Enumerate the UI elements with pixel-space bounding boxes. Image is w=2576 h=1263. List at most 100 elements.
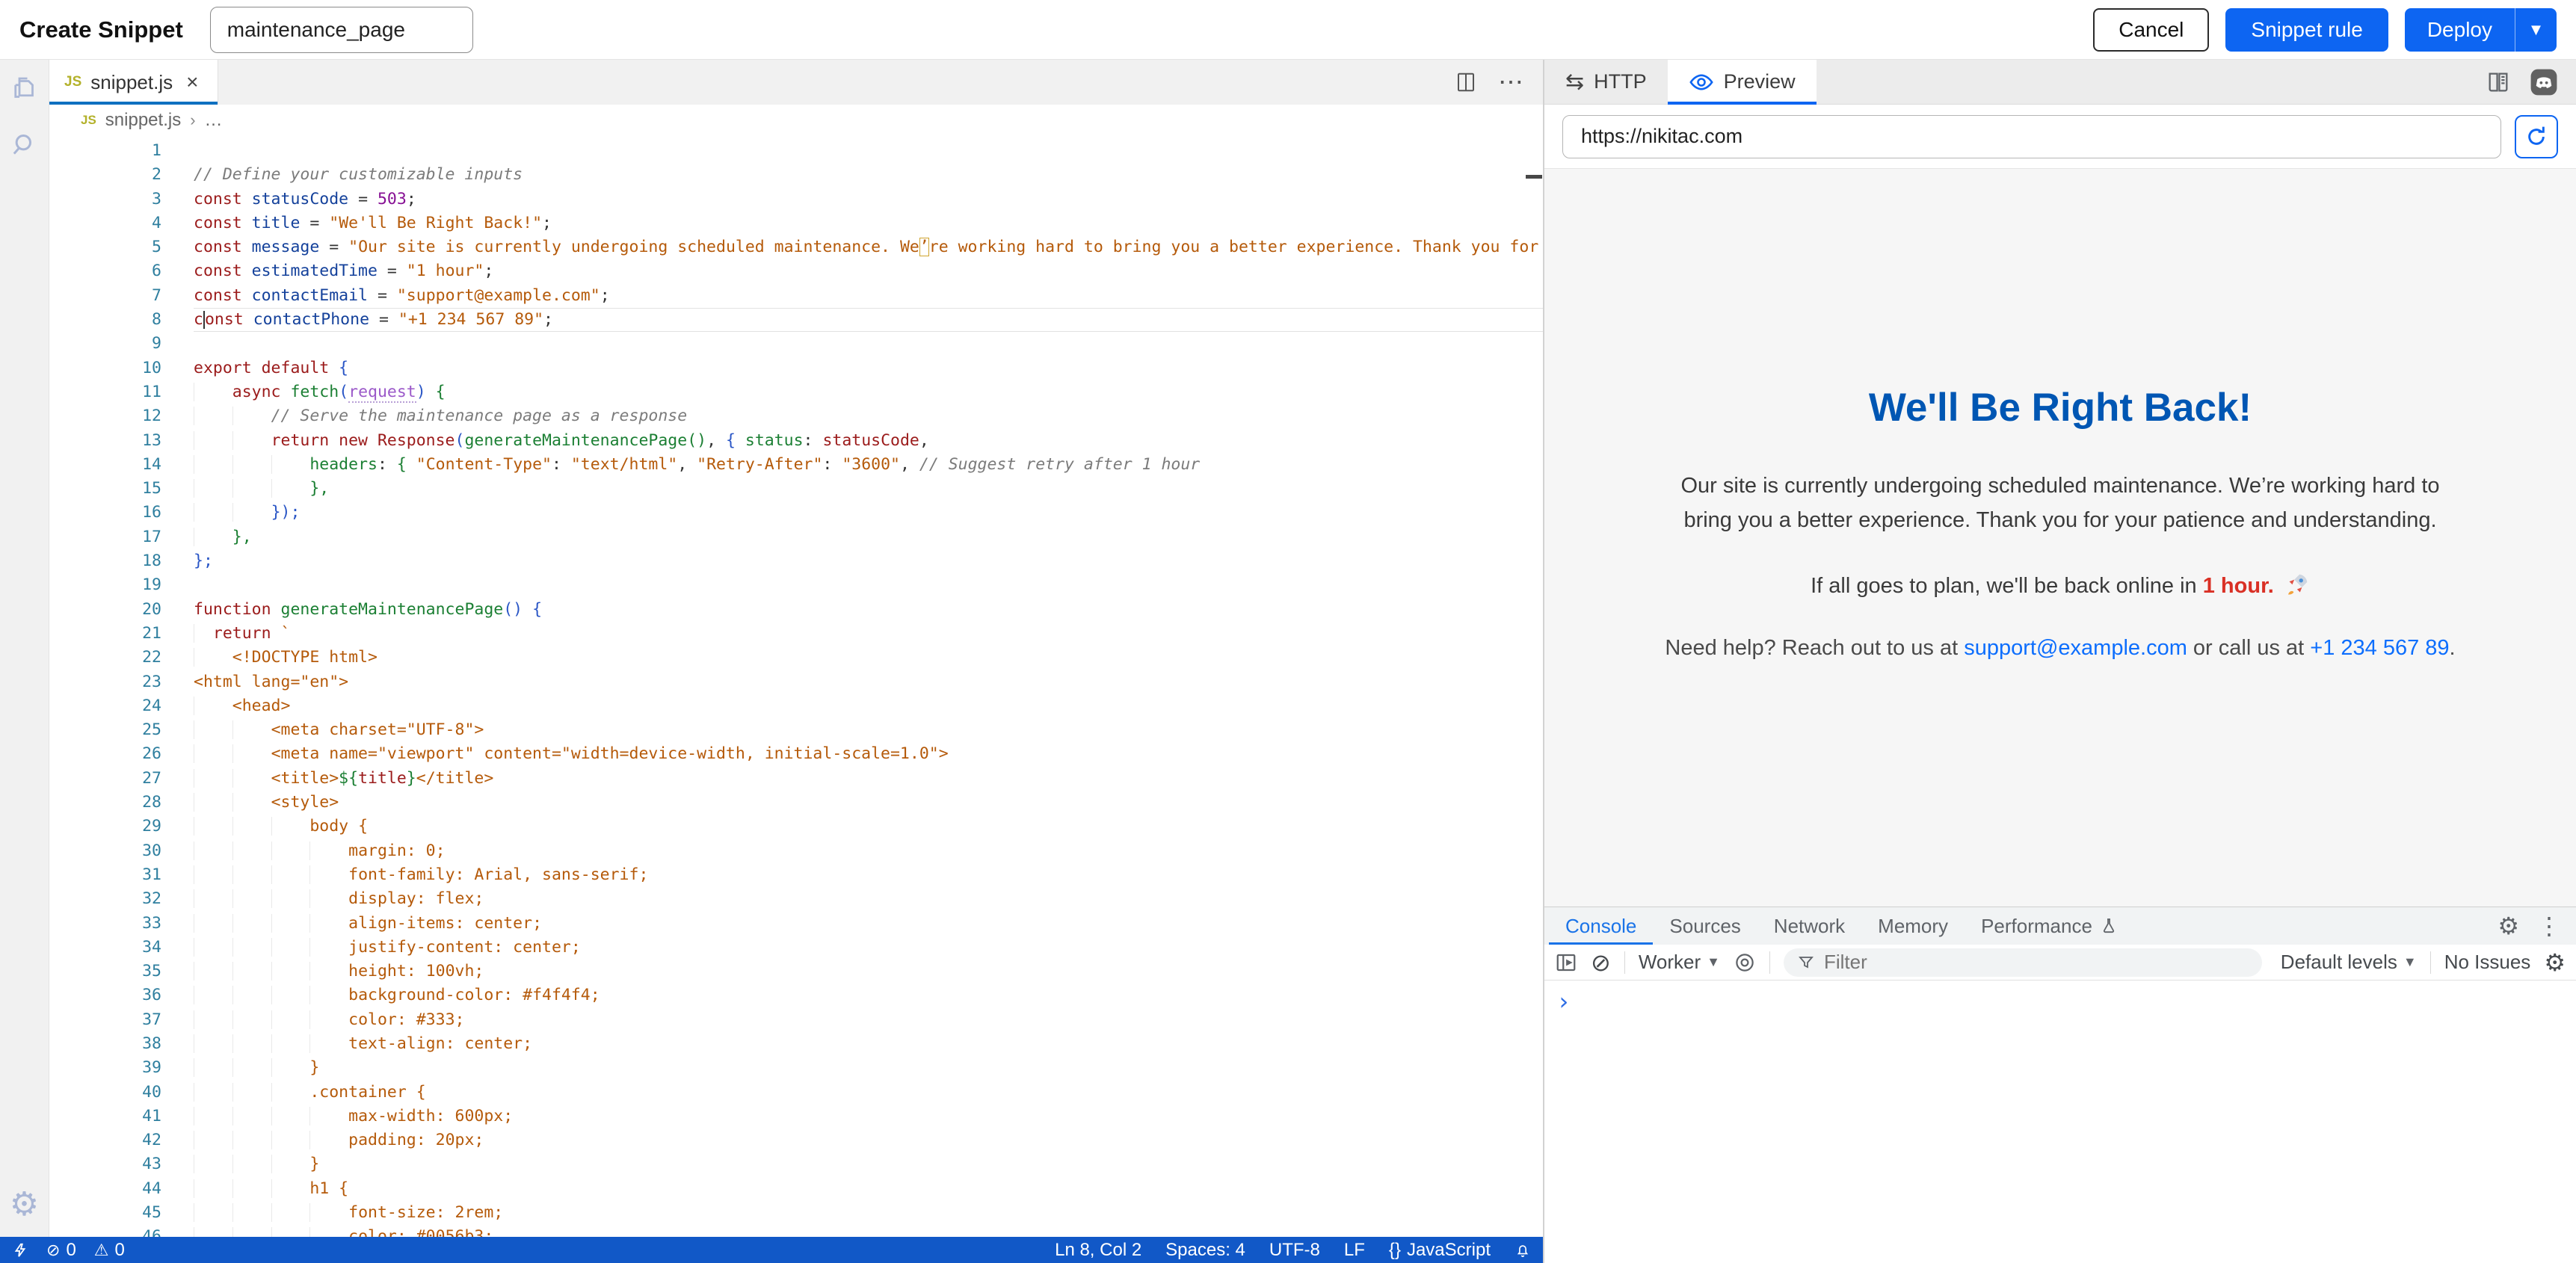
log-levels-selector[interactable]: Default levels▼	[2281, 951, 2417, 974]
code-line[interactable]: 10export default {	[49, 356, 1543, 380]
code-line[interactable]: 36 background-color: #f4f4f4;	[49, 983, 1543, 1007]
kebab-menu-icon[interactable]: ⋮	[2537, 914, 2561, 938]
code-line[interactable]: 24 <head>	[49, 694, 1543, 718]
console-prompt[interactable]: ›	[1556, 987, 1571, 1016]
code-line[interactable]: 33 align-items: center;	[49, 912, 1543, 936]
close-icon[interactable]: ×	[186, 72, 198, 93]
problems-errors[interactable]: ⊘ 0	[46, 1240, 76, 1261]
code-line[interactable]: 28 <style>	[49, 791, 1543, 815]
snippet-rule-button[interactable]: Snippet rule	[2225, 8, 2388, 52]
code-line[interactable]: 30 margin: 0;	[49, 839, 1543, 863]
indentation-setting[interactable]: Spaces: 4	[1165, 1240, 1245, 1261]
tab-sources[interactable]: Sources	[1653, 907, 1757, 945]
console-settings-gear-icon[interactable]: ⚙	[2544, 951, 2566, 975]
issues-counter[interactable]: No Issues	[2444, 951, 2531, 974]
code-line[interactable]: 5const message = "Our site is currently …	[49, 235, 1543, 259]
code-line[interactable]: 21 return `	[49, 622, 1543, 646]
code-line[interactable]: 12 // Serve the maintenance page as a re…	[49, 404, 1543, 428]
console-sidebar-toggle-icon[interactable]	[1555, 951, 1577, 974]
eol-setting[interactable]: LF	[1344, 1240, 1365, 1261]
tab-preview[interactable]: Preview	[1668, 60, 1817, 104]
code-line[interactable]: 25 <meta charset="UTF-8">	[49, 718, 1543, 742]
code-line[interactable]: 14 headers: { "Content-Type": "text/html…	[49, 453, 1543, 477]
code-line[interactable]: 34 justify-content: center;	[49, 936, 1543, 960]
code-editor[interactable]: 12// Define your customizable inputs3con…	[49, 136, 1543, 1237]
code-line[interactable]: 43 }	[49, 1152, 1543, 1176]
notifications-bell-icon[interactable]	[1515, 1242, 1531, 1259]
code-line[interactable]: 9	[49, 332, 1543, 356]
support-email-link[interactable]: support@example.com	[1964, 636, 2187, 660]
code-line[interactable]: 32 display: flex;	[49, 887, 1543, 911]
cancel-button[interactable]: Cancel	[2093, 8, 2209, 52]
devtools-settings-gear-icon[interactable]: ⚙	[2498, 914, 2519, 938]
tab-snippet-js[interactable]: JS snippet.js ×	[49, 60, 218, 105]
encoding-setting[interactable]: UTF-8	[1269, 1240, 1320, 1261]
deploy-split-button: Deploy ▼	[2405, 8, 2557, 52]
refresh-button[interactable]	[2515, 115, 2558, 158]
code-line[interactable]: 16 });	[49, 501, 1543, 525]
code-line[interactable]: 3const statusCode = 503;	[49, 188, 1543, 211]
breadcrumb[interactable]: JS snippet.js › …	[49, 105, 1543, 136]
code-line[interactable]: 23<html lang="en">	[49, 670, 1543, 694]
code-line[interactable]: 38 text-align: center;	[49, 1032, 1543, 1056]
files-icon[interactable]	[9, 73, 40, 105]
code-line[interactable]: 39 }	[49, 1056, 1543, 1080]
code-line[interactable]: 26 <meta name="viewport" content="width=…	[49, 742, 1543, 766]
remote-indicator-icon[interactable]	[12, 1242, 28, 1259]
code-line[interactable]: 40 .container {	[49, 1081, 1543, 1105]
code-line[interactable]: 19	[49, 573, 1543, 597]
url-input[interactable]	[1562, 115, 2501, 158]
code-line[interactable]: 31 font-family: Arial, sans-serif;	[49, 863, 1543, 887]
refresh-icon	[2524, 125, 2548, 149]
live-expression-eye-icon[interactable]	[1734, 951, 1756, 974]
console-log-area[interactable]: ›	[1544, 981, 2576, 1263]
clear-console-icon[interactable]: ⊘	[1591, 951, 1611, 975]
language-mode[interactable]: {} JavaScript	[1389, 1240, 1491, 1261]
code-line[interactable]: 45 font-size: 2rem;	[49, 1201, 1543, 1225]
code-line[interactable]: 29 body {	[49, 815, 1543, 839]
maintenance-heading: We'll Be Right Back!	[1657, 385, 2464, 430]
editor-scrollbar[interactable]	[1525, 136, 1543, 1237]
problems-warnings[interactable]: ⚠ 0	[94, 1240, 125, 1261]
settings-gear-icon[interactable]: ⚙	[10, 1185, 39, 1223]
filter-input[interactable]	[1824, 951, 2249, 974]
tab-console[interactable]: Console	[1549, 907, 1653, 945]
discord-icon[interactable]	[2530, 68, 2558, 96]
tab-memory[interactable]: Memory	[1861, 907, 1965, 945]
tab-performance[interactable]: Performance	[1965, 907, 2134, 945]
code-line[interactable]: 41 max-width: 600px;	[49, 1105, 1543, 1128]
code-line[interactable]: 37 color: #333;	[49, 1008, 1543, 1032]
cursor-position[interactable]: Ln 8, Col 2	[1055, 1240, 1141, 1261]
more-actions-icon[interactable]: ⋯	[1498, 70, 1523, 95]
code-line[interactable]: 15 },	[49, 477, 1543, 501]
code-line[interactable]: 18};	[49, 549, 1543, 573]
code-line[interactable]: 44 h1 {	[49, 1177, 1543, 1201]
code-line[interactable]: 20function generateMaintenancePage() {	[49, 598, 1543, 622]
code-line[interactable]: 4const title = "We'll Be Right Back!";	[49, 211, 1543, 235]
code-line[interactable]: 6const estimatedTime = "1 hour";	[49, 259, 1543, 283]
code-line[interactable]: 35 height: 100vh;	[49, 960, 1543, 983]
code-line[interactable]: 42 padding: 20px;	[49, 1128, 1543, 1152]
code-line[interactable]: 22 <!DOCTYPE html>	[49, 646, 1543, 670]
code-line[interactable]: 8const contactPhone = "+1 234 567 89";	[49, 308, 1543, 332]
code-line[interactable]: 17 },	[49, 525, 1543, 549]
deploy-button[interactable]: Deploy	[2405, 8, 2515, 52]
split-editor-icon[interactable]	[1455, 70, 1477, 94]
tab-network[interactable]: Network	[1757, 907, 1861, 945]
context-selector[interactable]: Worker▼	[1639, 951, 1720, 974]
search-icon[interactable]	[10, 130, 40, 160]
code-line[interactable]: 11 async fetch(request) {	[49, 380, 1543, 404]
code-line[interactable]: 27 <title>${title}</title>	[49, 767, 1543, 791]
snippet-name-input[interactable]	[210, 7, 473, 53]
scroll-position-marker	[1526, 175, 1542, 179]
tab-http[interactable]: ⇆ HTTP	[1544, 60, 1668, 104]
deploy-dropdown-button[interactable]: ▼	[2515, 8, 2557, 52]
code-line[interactable]: 1	[49, 139, 1543, 163]
experiments-flask-icon	[2100, 915, 2118, 936]
phone-link[interactable]: +1 234 567 89	[2310, 636, 2449, 660]
docs-book-icon[interactable]	[2485, 70, 2512, 95]
code-line[interactable]: 7const contactEmail = "support@example.c…	[49, 284, 1543, 308]
code-line[interactable]: 46 color: #0056b3;	[49, 1225, 1543, 1237]
code-line[interactable]: 13 return new Response(generateMaintenan…	[49, 429, 1543, 453]
code-line[interactable]: 2// Define your customizable inputs	[49, 163, 1543, 187]
